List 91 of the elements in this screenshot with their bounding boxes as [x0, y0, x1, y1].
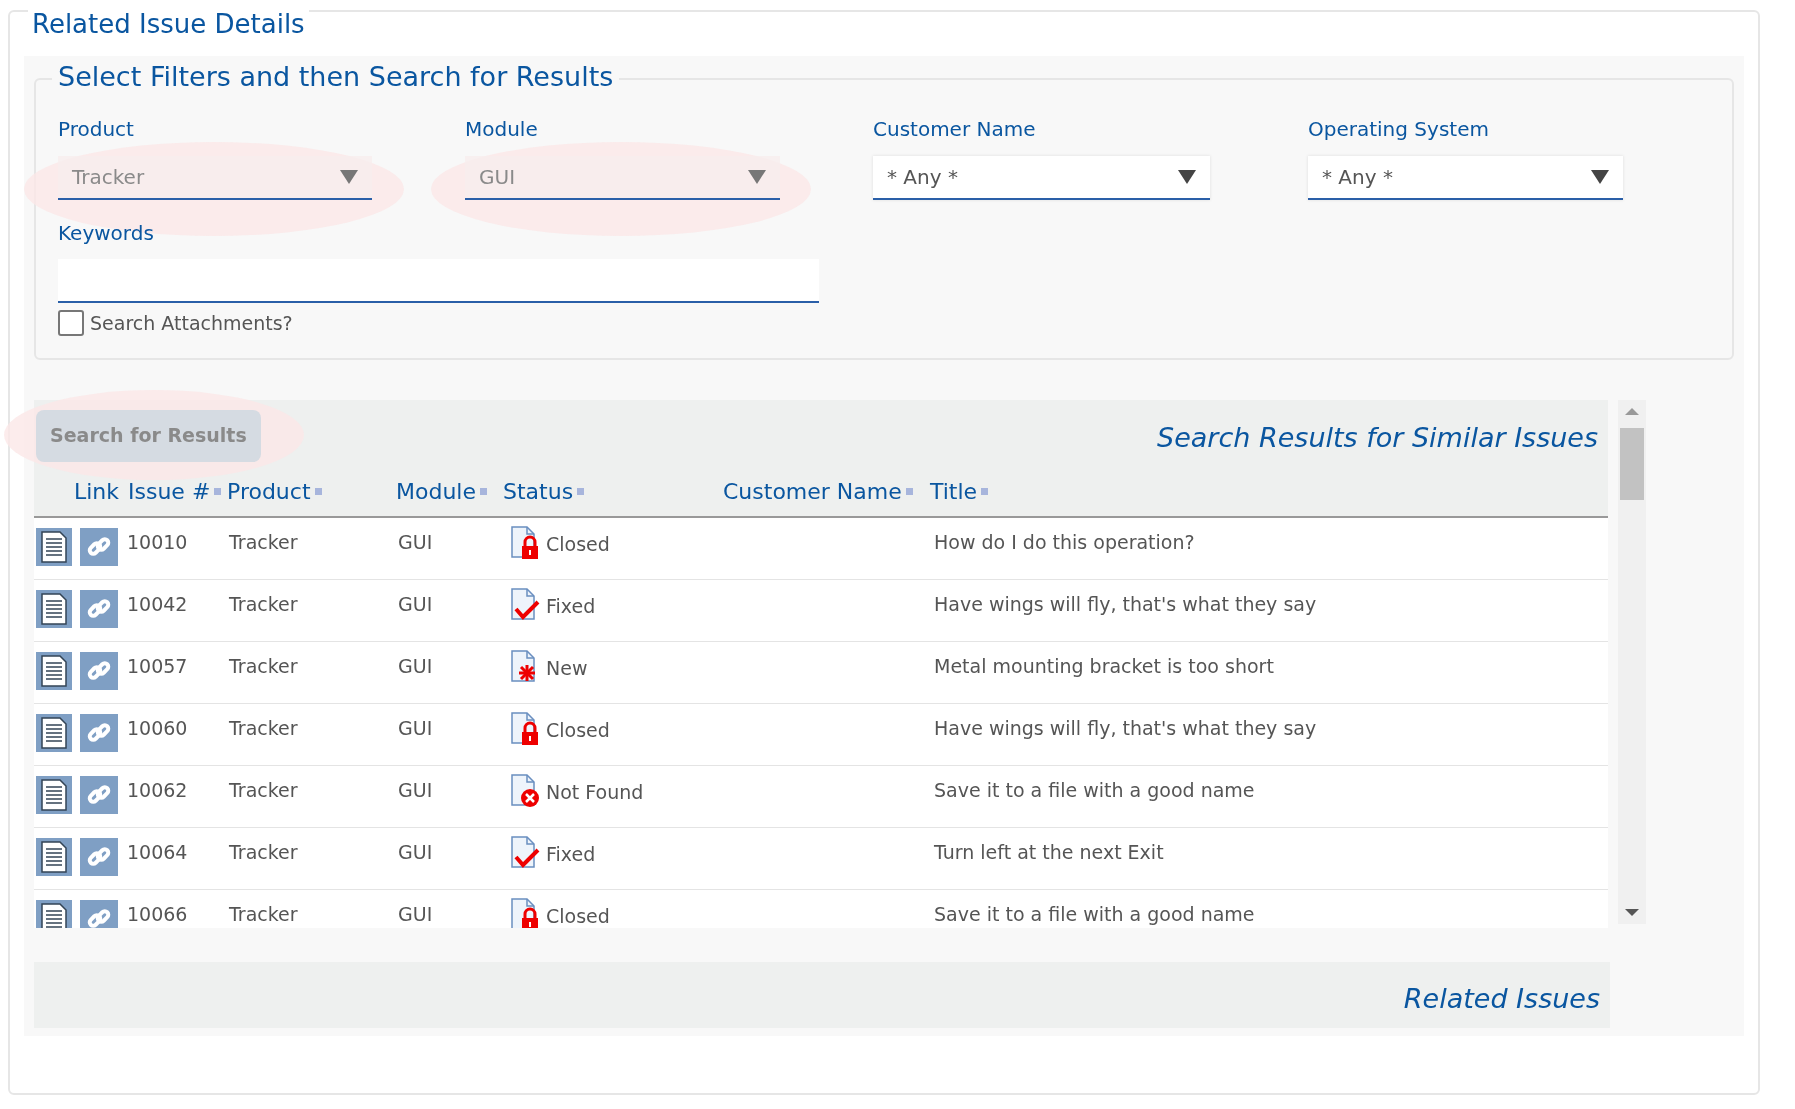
- document-icon: [40, 530, 68, 563]
- table-cell-text: Tracker: [229, 591, 299, 617]
- lock-document-icon: [510, 525, 540, 560]
- status-text: Fixed: [546, 842, 596, 868]
- document-icon: [40, 654, 68, 687]
- sort-icon[interactable]: [314, 487, 322, 495]
- table-cell-text: GUI: [398, 777, 434, 803]
- sort-icon[interactable]: [480, 487, 487, 495]
- document-icon: [40, 902, 68, 928]
- table-cell-text: GUI: [398, 529, 434, 555]
- column-header[interactable]: Issue #: [128, 474, 211, 508]
- table-cell-text: Turn left at the next Exit: [934, 839, 1165, 865]
- table-cell-text: GUI: [398, 901, 434, 927]
- column-header[interactable]: Customer Name: [723, 474, 902, 508]
- table-cell-text: Tracker: [229, 653, 299, 679]
- table-cell-text: 10064: [127, 839, 189, 865]
- status-text: Fixed: [546, 594, 596, 620]
- lock-document-icon: [510, 711, 540, 746]
- checkbox[interactable]: [58, 310, 84, 337]
- table-cell-text: 10042: [127, 591, 189, 617]
- field-label: Customer Name: [873, 116, 1037, 142]
- scrollbar[interactable]: [1618, 399, 1646, 924]
- table-cell-text: 10057: [127, 653, 189, 679]
- table-cell-text: 10066: [127, 901, 189, 927]
- table-cell-text: How do I do this operation?: [934, 529, 1196, 555]
- field-label: Keywords: [58, 220, 154, 246]
- link-button[interactable]: [80, 527, 118, 566]
- field-label: Module: [465, 116, 539, 142]
- sort-icon[interactable]: [981, 487, 989, 495]
- table-cell-text: GUI: [398, 839, 434, 865]
- document-icon: [40, 592, 68, 625]
- link-button[interactable]: [80, 775, 118, 814]
- link-button[interactable]: [80, 713, 118, 752]
- section-title: Related Issues: [1403, 982, 1600, 1016]
- table-cell-text: GUI: [398, 591, 434, 617]
- document-button[interactable]: [36, 651, 72, 690]
- status-text: Closed: [546, 904, 610, 928]
- document-icon: [40, 716, 68, 749]
- results-title: Search Results for Similar Issues: [1157, 420, 1599, 455]
- table-cell-text: 10060: [127, 715, 189, 741]
- keywords-field[interactable]: [58, 259, 819, 303]
- table-cell-text: Have wings will fly, that's what they say: [934, 591, 1318, 617]
- table-cell-text: GUI: [398, 653, 434, 679]
- document-button[interactable]: [36, 837, 72, 876]
- status-text: Closed: [546, 532, 610, 558]
- table-cell-text: Tracker: [229, 839, 299, 865]
- table-cell-text: Save it to a file with a good name: [934, 777, 1256, 803]
- check-document-icon: [510, 587, 540, 622]
- select-field[interactable]: * Any *: [873, 156, 1210, 200]
- table-cell-text: Have wings will fly, that's what they say: [934, 715, 1318, 741]
- column-header[interactable]: Title: [930, 474, 978, 508]
- field-label: Operating System: [1308, 116, 1490, 142]
- column-header[interactable]: Product: [227, 474, 311, 508]
- link-button[interactable]: [80, 837, 118, 876]
- column-header[interactable]: Status: [503, 474, 574, 508]
- document-button[interactable]: [36, 775, 72, 814]
- document-icon: [40, 778, 68, 811]
- table-cell-text: Tracker: [229, 529, 299, 555]
- link-button[interactable]: [80, 589, 118, 628]
- dropdown-arrow-icon: [1178, 170, 1196, 184]
- select-field[interactable]: * Any *: [1308, 156, 1623, 200]
- table-cell-text: 10062: [127, 777, 189, 803]
- table-cell-text: 10010: [127, 529, 189, 555]
- dropdown-arrow-icon: [340, 170, 358, 184]
- table-cell-text: Save it to a file with a good name: [934, 901, 1256, 927]
- column-header[interactable]: Module: [396, 474, 476, 508]
- document-button[interactable]: [36, 713, 72, 752]
- table-cell-text: Tracker: [229, 715, 299, 741]
- sort-icon[interactable]: [577, 487, 585, 495]
- document-button[interactable]: [36, 589, 72, 628]
- document-button[interactable]: [36, 899, 72, 928]
- document-button[interactable]: [36, 527, 72, 566]
- status-text: Closed: [546, 718, 610, 744]
- dropdown-arrow-icon: [748, 170, 766, 184]
- field-label: Product: [58, 116, 135, 142]
- table-cell-text: Tracker: [229, 777, 299, 803]
- link-button[interactable]: [80, 651, 118, 690]
- table-cell-text: GUI: [398, 715, 434, 741]
- check-document-icon: [510, 835, 540, 870]
- table-cell-text: Tracker: [229, 901, 299, 927]
- document-icon: [40, 840, 68, 873]
- x-document-icon: [510, 773, 540, 808]
- column-header[interactable]: Link: [74, 474, 120, 508]
- sort-icon[interactable]: [905, 487, 913, 495]
- dropdown-arrow-icon: [1591, 170, 1609, 184]
- status-text: New: [546, 656, 588, 682]
- status-text: Not Found: [546, 780, 644, 806]
- sort-icon[interactable]: [214, 487, 222, 495]
- table-cell-text: Metal mounting bracket is too short: [934, 653, 1275, 679]
- checkbox-label: Search Attachments?: [90, 311, 293, 336]
- link-button[interactable]: [80, 899, 118, 928]
